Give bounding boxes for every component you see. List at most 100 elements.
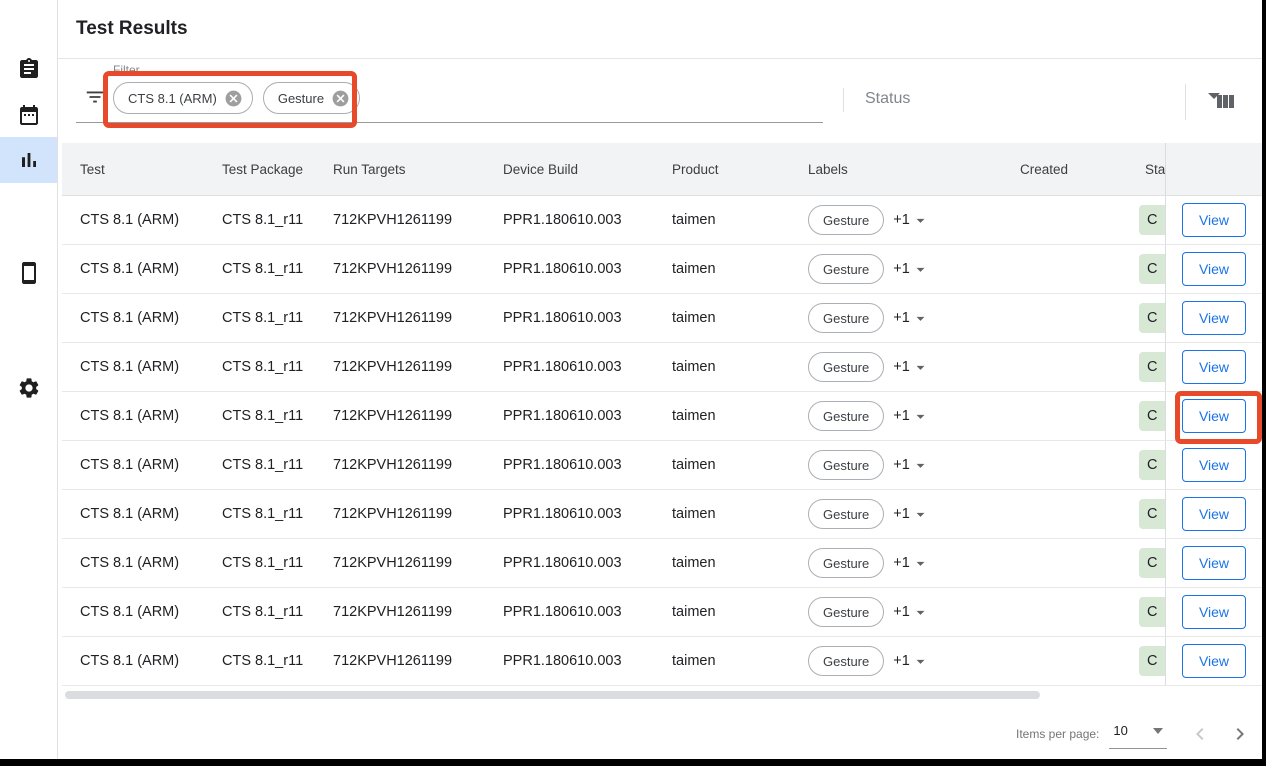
more-labels-dropdown[interactable]: +1 (893, 554, 930, 573)
cell-test-package: CTS 8.1_r11 (222, 588, 333, 636)
arrow-drop-down-icon (911, 260, 930, 279)
view-button[interactable]: View (1182, 644, 1246, 678)
cell-device-build: PPR1.180610.003 (503, 588, 672, 636)
label-chip-text: Gesture (823, 311, 869, 326)
cell-run-targets: 712KPVH1261199 (333, 392, 503, 440)
filter-list-icon (84, 86, 106, 108)
label-chip[interactable]: Gesture (808, 254, 884, 284)
next-page-button[interactable] (1227, 721, 1253, 747)
column-header-run-targets[interactable]: Run Targets (333, 143, 503, 195)
more-labels-dropdown[interactable]: +1 (893, 211, 930, 230)
status-select[interactable]: Status (856, 84, 1224, 116)
cell-created (1020, 490, 1139, 538)
table-row[interactable]: CTS 8.1 (ARM) CTS 8.1_r11 712KPVH1261199… (62, 588, 1262, 637)
cell-status: C (1139, 539, 1165, 587)
view-button[interactable]: View (1182, 497, 1246, 531)
status-badge: C (1139, 303, 1165, 333)
view-button[interactable]: View (1182, 301, 1246, 335)
label-chip[interactable]: Gesture (808, 597, 884, 627)
column-header-test[interactable]: Test (62, 143, 222, 195)
more-labels-dropdown[interactable]: +1 (893, 260, 930, 279)
sidebar-item-test-results[interactable] (0, 137, 57, 183)
column-header-test-package[interactable]: Test Package (222, 143, 333, 195)
cell-test-package: CTS 8.1_r11 (222, 245, 333, 293)
cell-labels: Gesture +1 (808, 588, 1020, 636)
label-chip-text: Gesture (823, 262, 869, 277)
cell-test: CTS 8.1 (ARM) (62, 490, 222, 538)
view-button[interactable]: View (1182, 399, 1246, 433)
column-header-created[interactable]: Created (1020, 143, 1139, 195)
column-header-labels[interactable]: Labels (808, 143, 1020, 195)
cell-device-build: PPR1.180610.003 (503, 490, 672, 538)
label-chip-text: Gesture (823, 605, 869, 620)
view-button[interactable]: View (1182, 203, 1246, 237)
table-row[interactable]: CTS 8.1 (ARM) CTS 8.1_r11 712KPVH1261199… (62, 441, 1262, 490)
view-button[interactable]: View (1182, 350, 1246, 384)
column-settings-button[interactable] (1208, 85, 1242, 119)
label-chip[interactable]: Gesture (808, 205, 884, 235)
table-row[interactable]: CTS 8.1 (ARM) CTS 8.1_r11 712KPVH1261199… (62, 196, 1262, 245)
more-labels-dropdown[interactable]: +1 (893, 505, 930, 524)
table-row[interactable]: CTS 8.1 (ARM) CTS 8.1_r11 712KPVH1261199… (62, 539, 1262, 588)
cell-test-package: CTS 8.1_r11 (222, 637, 333, 685)
cell-created (1020, 637, 1139, 685)
more-labels-count: +1 (893, 261, 910, 277)
more-labels-dropdown[interactable]: +1 (893, 407, 930, 426)
sidebar-item-settings[interactable] (0, 365, 57, 411)
view-button[interactable]: View (1182, 595, 1246, 629)
cell-status: C (1139, 588, 1165, 636)
cell-device-build: PPR1.180610.003 (503, 392, 672, 440)
more-labels-dropdown[interactable]: +1 (893, 652, 930, 671)
label-chip[interactable]: Gesture (808, 303, 884, 333)
page-size-underline (1109, 748, 1167, 749)
filter-chip-gesture[interactable]: Gesture (263, 82, 360, 114)
cell-status: C (1139, 490, 1165, 538)
column-header-device-build[interactable]: Device Build (503, 143, 672, 195)
horizontal-scrollbar[interactable] (65, 691, 1040, 699)
column-header-status[interactable]: Status (1139, 143, 1165, 195)
label-chip[interactable]: Gesture (808, 450, 884, 480)
more-labels-dropdown[interactable]: +1 (893, 309, 930, 328)
cell-product: taimen (672, 294, 808, 342)
label-chip-text: Gesture (823, 458, 869, 473)
label-chip[interactable]: Gesture (808, 646, 884, 676)
page-size-select[interactable]: 10 (1109, 719, 1167, 749)
view-button[interactable]: View (1182, 546, 1246, 580)
label-chip[interactable]: Gesture (808, 499, 884, 529)
cell-product: taimen (672, 441, 808, 489)
view-button[interactable]: View (1182, 252, 1246, 286)
table-row[interactable]: CTS 8.1 (ARM) CTS 8.1_r11 712KPVH1261199… (62, 343, 1262, 392)
table-row[interactable]: CTS 8.1 (ARM) CTS 8.1_r11 712KPVH1261199… (62, 294, 1262, 343)
cell-device-build: PPR1.180610.003 (503, 343, 672, 391)
cell-actions: View (1165, 392, 1262, 440)
filter-chip-cts[interactable]: CTS 8.1 (ARM) (113, 82, 253, 114)
cell-product: taimen (672, 343, 808, 391)
label-chip[interactable]: Gesture (808, 352, 884, 382)
table-row[interactable]: CTS 8.1 (ARM) CTS 8.1_r11 712KPVH1261199… (62, 392, 1262, 441)
table-row[interactable]: CTS 8.1 (ARM) CTS 8.1_r11 712KPVH1261199… (62, 490, 1262, 539)
previous-page-button[interactable] (1187, 721, 1213, 747)
cell-actions: View (1165, 490, 1262, 538)
cell-created (1020, 392, 1139, 440)
more-labels-dropdown[interactable]: +1 (893, 456, 930, 475)
table-row[interactable]: CTS 8.1 (ARM) CTS 8.1_r11 712KPVH1261199… (62, 637, 1262, 686)
chevron-down-icon (1153, 728, 1163, 734)
cell-product: taimen (672, 196, 808, 244)
cell-labels: Gesture +1 (808, 637, 1020, 685)
sidebar-item-test-plans[interactable] (0, 92, 57, 138)
cell-test-package: CTS 8.1_r11 (222, 343, 333, 391)
table-row[interactable]: CTS 8.1 (ARM) CTS 8.1_r11 712KPVH1261199… (62, 245, 1262, 294)
label-chip[interactable]: Gesture (808, 401, 884, 431)
sidebar-item-test-suites[interactable] (0, 46, 57, 92)
column-header-product[interactable]: Product (672, 143, 808, 195)
cell-test-package: CTS 8.1_r11 (222, 196, 333, 244)
cell-device-build: PPR1.180610.003 (503, 294, 672, 342)
more-labels-dropdown[interactable]: +1 (893, 603, 930, 622)
sidebar-item-devices[interactable] (0, 250, 57, 296)
chip-remove-button[interactable] (331, 89, 350, 108)
view-button[interactable]: View (1182, 448, 1246, 482)
chip-remove-button[interactable] (224, 89, 243, 108)
label-chip[interactable]: Gesture (808, 548, 884, 578)
cell-product: taimen (672, 490, 808, 538)
more-labels-dropdown[interactable]: +1 (893, 358, 930, 377)
